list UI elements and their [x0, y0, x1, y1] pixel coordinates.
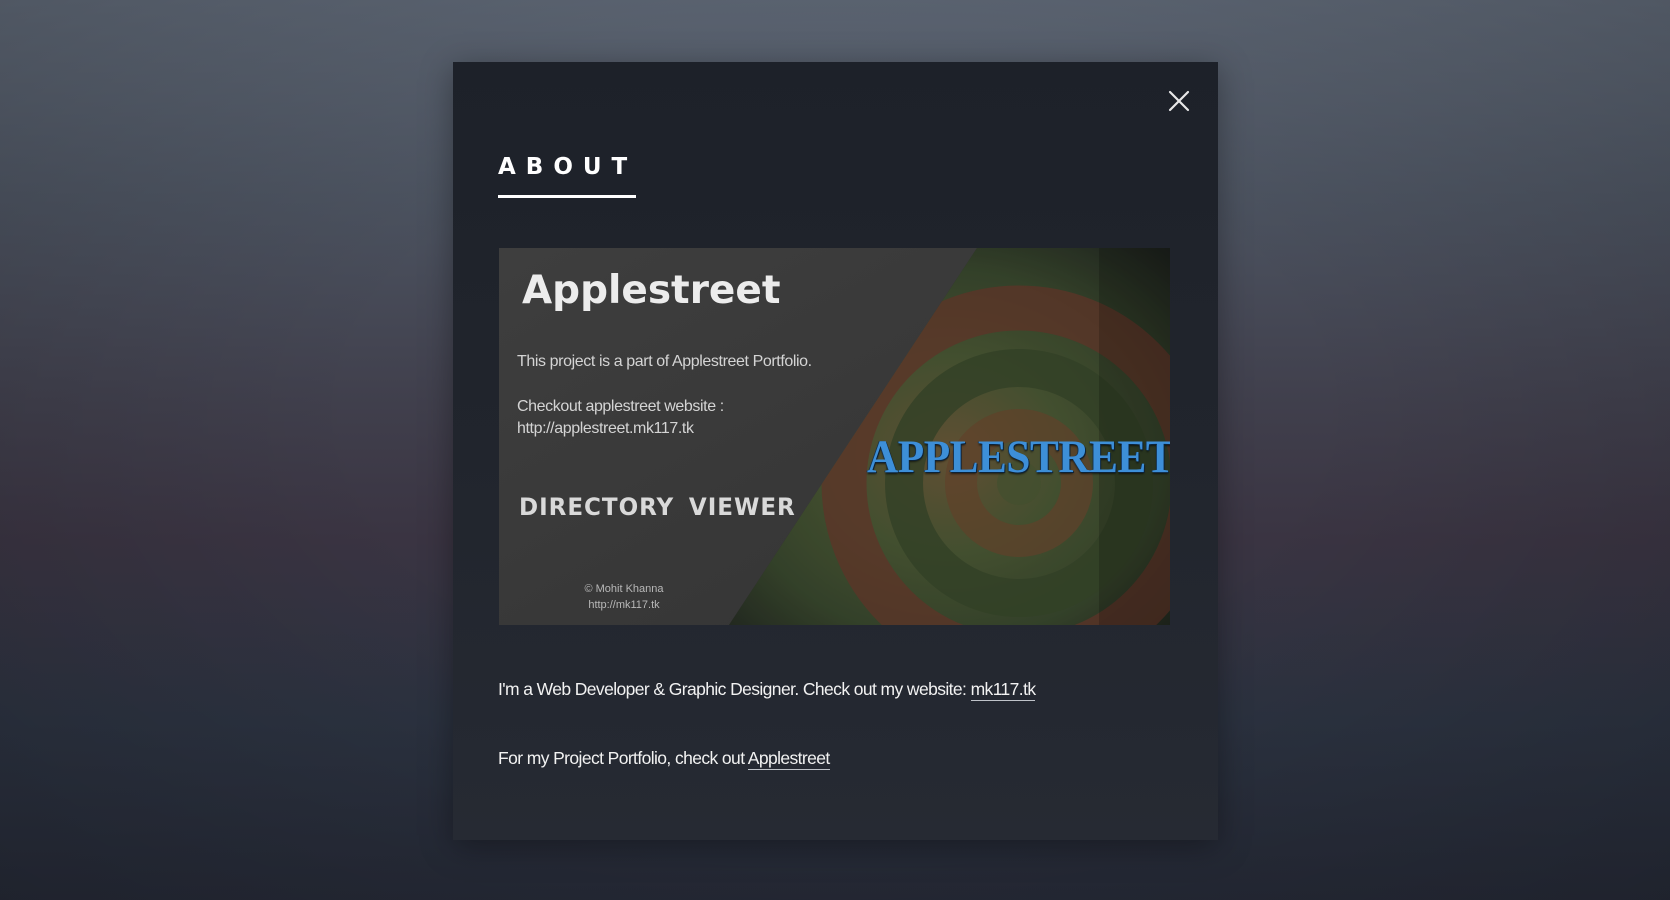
close-icon [1168, 90, 1190, 112]
banner-copyright: © Mohit Khanna [584, 583, 664, 595]
banner-copyright-url: http://mk117.tk [588, 599, 660, 611]
applestreet-logo: APPLESTREET [867, 431, 1170, 483]
developer-description-text: I'm a Web Developer & Graphic Designer. … [498, 679, 971, 699]
banner-website-url: http://applestreet.mk117.tk [517, 420, 694, 437]
banner-website-label: Checkout applestreet website : [517, 398, 724, 415]
about-dialog: ABOUT Applestreet This project is a part… [453, 62, 1218, 840]
dialog-title: ABOUT [498, 154, 638, 180]
about-banner-image: Applestreet This project is a part of Ap… [499, 248, 1170, 625]
developer-description: I'm a Web Developer & Graphic Designer. … [498, 679, 1036, 701]
applestreet-link[interactable]: Applestreet [747, 748, 830, 770]
banner-portfolio-note: This project is a part of Applestreet Po… [517, 353, 812, 370]
banner-app-name: Applestreet [522, 268, 781, 313]
website-link[interactable]: mk117.tk [970, 679, 1036, 701]
title-underline [498, 195, 636, 198]
close-button[interactable] [1164, 86, 1194, 116]
portfolio-description: For my Project Portfolio, check out Appl… [498, 748, 830, 770]
portfolio-description-text: For my Project Portfolio, check out [498, 748, 748, 768]
banner-product-name: DIRECTORY VIEWER [519, 493, 796, 521]
